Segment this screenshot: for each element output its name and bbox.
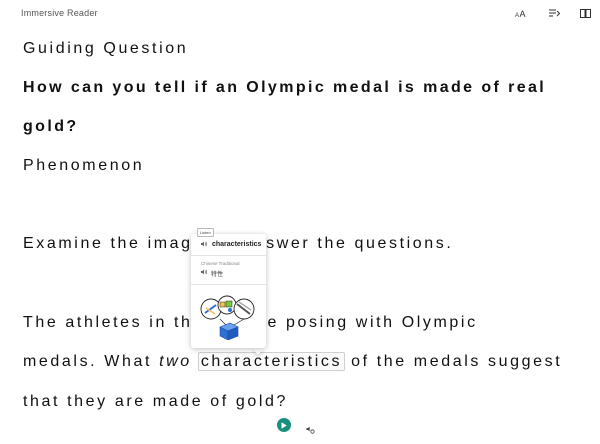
question-line-1: How can you tell if an Olympic medal is … <box>23 79 547 96</box>
svg-text:A: A <box>515 13 519 18</box>
emphasized-word: two <box>159 353 192 370</box>
picture-dictionary-icon <box>200 294 258 345</box>
examine-text-after: swer the questions. <box>266 235 454 252</box>
grammar-options-icon[interactable] <box>545 6 563 20</box>
athletes-text-after: are posing with Olympic <box>248 314 478 331</box>
top-bar: Immersive Reader A A <box>0 0 600 26</box>
athletes-text-before: The athletes in the <box>23 314 205 331</box>
book-icon[interactable] <box>576 6 594 20</box>
popup-divider-2 <box>191 284 266 285</box>
text-size-icon[interactable]: A A <box>512 6 530 20</box>
translation-speaker-icon[interactable] <box>201 269 208 277</box>
play-icon[interactable] <box>277 418 291 432</box>
question-line-2: gold? <box>23 118 79 135</box>
svg-text:A: A <box>520 9 526 18</box>
voice-settings-icon[interactable] <box>306 421 315 439</box>
translation-language: Chinese Traditional <box>201 261 240 266</box>
guiding-question-heading: Guiding Question <box>23 40 189 57</box>
medals-text-before: medals. What <box>23 353 160 370</box>
selected-word-characteristics[interactable]: characteristics <box>197 352 346 371</box>
phenomenon-heading: Phenomenon <box>23 157 145 174</box>
app-title: Immersive Reader <box>21 8 98 18</box>
speaker-icon[interactable] <box>201 241 208 249</box>
listen-button[interactable]: Listen <box>197 228 214 237</box>
word-popup: characteristics Chinese Traditional 特性 <box>191 234 266 348</box>
medals-line: medals. What two characteristics of the … <box>23 352 563 371</box>
popup-divider <box>191 255 266 256</box>
translation-text: 特性 <box>211 272 224 278</box>
examine-text-before: Examine the image <box>23 235 205 252</box>
final-question-line: that they are made of gold? <box>23 393 288 410</box>
popup-word: characteristics <box>212 241 262 248</box>
medals-text-after: of the medals suggest <box>344 353 563 370</box>
